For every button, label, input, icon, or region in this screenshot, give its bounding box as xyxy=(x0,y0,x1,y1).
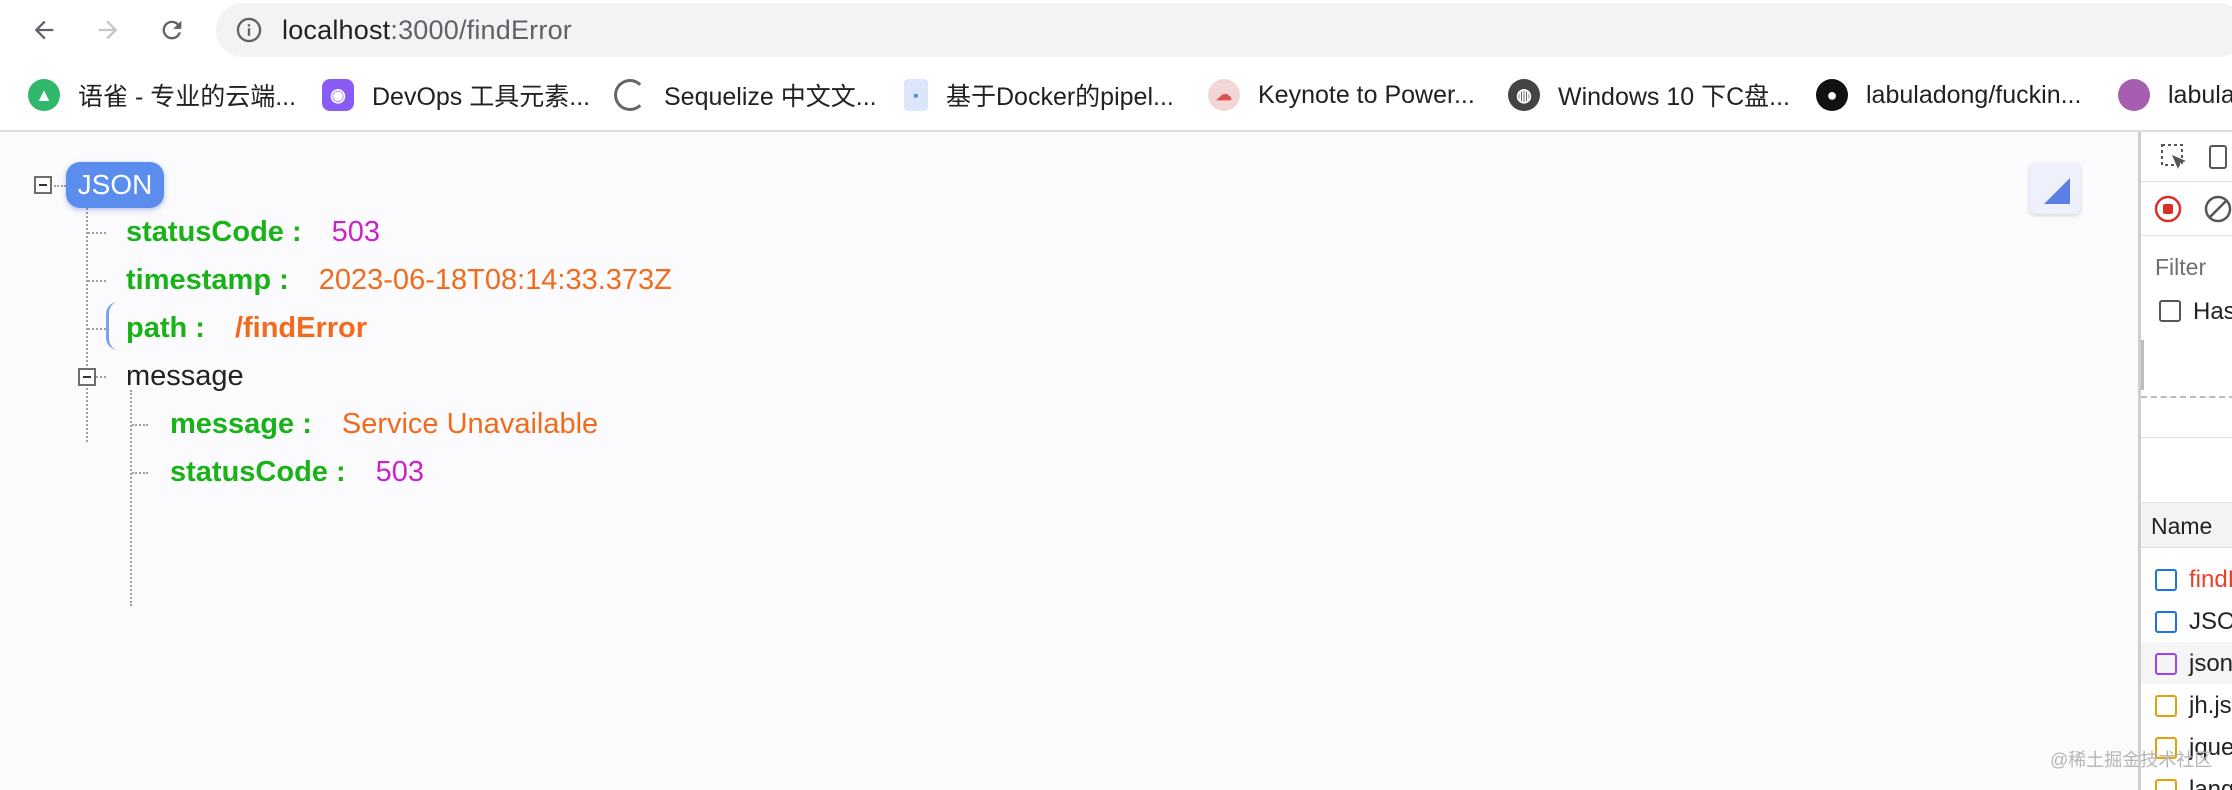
request-row[interactable]: json xyxy=(2141,642,2232,684)
json-value-string: 2023-06-18T08:14:33.373Z xyxy=(318,263,672,296)
cloud-icon: ☁ xyxy=(1208,79,1240,111)
reload-button[interactable] xyxy=(150,8,194,52)
request-row[interactable]: JSO xyxy=(2141,600,2232,642)
request-row[interactable]: findE xyxy=(2141,558,2232,600)
inspect-element-icon[interactable] xyxy=(2159,142,2189,172)
tree-connector xyxy=(88,328,106,330)
name-header-label: Name xyxy=(2151,513,2213,539)
bookmark-yuque[interactable]: ▲ 语雀 - 专业的云端... xyxy=(28,72,296,118)
devops-icon: ◉ xyxy=(322,79,354,111)
document-icon xyxy=(2155,569,2177,591)
url-text: localhost:3000/findError xyxy=(282,15,572,46)
json-group-key[interactable]: message xyxy=(126,360,244,393)
json-row-path: path : /findError xyxy=(126,308,367,348)
bookmark-label: Sequelize 中文文... xyxy=(664,83,877,111)
bookmarks-bar: ▲ 语雀 - 专业的云端... ◉ DevOps 工具元素... Sequeli… xyxy=(0,72,2232,118)
arrow-right-icon xyxy=(98,20,118,40)
row-highlight-bracket xyxy=(106,302,118,350)
url-host: localhost xyxy=(282,14,391,45)
clear-icon[interactable] xyxy=(2203,194,2232,224)
bookmark-devops[interactable]: ◉ DevOps 工具元素... xyxy=(322,72,590,118)
bookmark-sequelize[interactable]: Sequelize 中文文... xyxy=(614,72,877,118)
document-icon: ▪ xyxy=(904,79,928,111)
request-name: lang xyxy=(2189,776,2232,790)
sequelize-icon xyxy=(614,79,646,111)
json-key[interactable]: timestamp : xyxy=(126,264,289,297)
stylesheet-icon xyxy=(2155,653,2177,675)
request-row[interactable]: jh.js xyxy=(2141,684,2232,726)
bookmark-label: Windows 10 下C盘... xyxy=(1558,83,1791,111)
collapse-toggle-root[interactable] xyxy=(34,176,52,194)
name-column-header[interactable]: Name xyxy=(2141,502,2232,548)
json-root-badge[interactable]: JSON xyxy=(66,162,164,208)
bookmark-label: Keynote to Power... xyxy=(1258,80,1475,109)
json-key[interactable]: statusCode : xyxy=(126,216,302,249)
network-toolbar xyxy=(2141,182,2232,236)
has-blocked-cookies-checkbox[interactable] xyxy=(2159,300,2181,322)
json-row-nested-statuscode: statusCode : 503 xyxy=(170,452,424,492)
bookmark-keynote[interactable]: ☁ Keynote to Power... xyxy=(1208,72,1475,118)
json-row-statuscode: statusCode : 503 xyxy=(126,212,380,252)
tree-connector xyxy=(54,185,66,187)
json-row-message-group: message xyxy=(126,356,244,396)
json-value-number: 503 xyxy=(375,455,425,488)
bookmark-labula[interactable]: labula xyxy=(2118,72,2232,118)
expand-toggle-button[interactable] xyxy=(2030,164,2080,214)
json-key[interactable]: statusCode : xyxy=(170,456,346,489)
json-key[interactable]: message : xyxy=(170,408,312,441)
browser-toolbar: localhost:3000/findError xyxy=(0,0,2232,61)
request-name: json xyxy=(2189,650,2232,677)
bookmark-labuladong[interactable]: ● labuladong/fuckin... xyxy=(1816,72,2081,118)
json-value-string: /findError xyxy=(234,311,368,344)
bookmark-label: 基于Docker的pipel... xyxy=(946,83,1174,111)
github-icon: ● xyxy=(1816,79,1848,111)
collapse-toggle-message[interactable] xyxy=(78,368,96,386)
devtools-tabbar xyxy=(2141,132,2232,182)
back-button[interactable] xyxy=(22,8,66,52)
url-path: :3000/findError xyxy=(390,14,572,45)
json-value-number: 503 xyxy=(331,215,381,248)
avatar-icon xyxy=(2118,79,2150,111)
tree-connector xyxy=(88,280,106,282)
network-overview xyxy=(2141,340,2232,438)
device-toolbar-icon[interactable] xyxy=(2207,142,2232,172)
forward-button[interactable] xyxy=(86,8,130,52)
bookmark-label: labuladong/fuckin... xyxy=(1866,80,2082,109)
checkbox-label: Has xyxy=(2193,298,2232,325)
bookmark-label: labula xyxy=(2168,80,2232,109)
request-name: JSO xyxy=(2189,608,2232,635)
json-value-string: Service Unavailable xyxy=(341,407,599,440)
site-info-icon[interactable] xyxy=(234,15,264,45)
json-viewer: JSON statusCode : 503 timestamp : 2023-0… xyxy=(0,132,2138,790)
devtools-panel: Filter Has Name findE JSO json jh.js jqu… xyxy=(2138,132,2232,790)
watermark: @稀土掘金技术社区 xyxy=(2050,750,2213,770)
bookmark-label: 语雀 - 专业的云端... xyxy=(78,83,297,111)
script-icon xyxy=(2155,779,2177,790)
json-key[interactable]: path : xyxy=(126,312,205,345)
globe-icon: ◍ xyxy=(1508,79,1540,111)
json-row-timestamp: timestamp : 2023-06-18T08:14:33.373Z xyxy=(126,260,672,300)
request-name: findE xyxy=(2189,566,2232,593)
tree-connector xyxy=(132,472,148,474)
bookmark-label: DevOps 工具元素... xyxy=(372,83,591,111)
yuque-icon: ▲ xyxy=(28,79,60,111)
script-icon xyxy=(2155,695,2177,717)
bookmark-windows[interactable]: ◍ Windows 10 下C盘... xyxy=(1508,72,1790,118)
tree-connector xyxy=(130,390,132,606)
address-bar[interactable]: localhost:3000/findError xyxy=(216,3,2232,57)
filter-input[interactable]: Filter xyxy=(2155,254,2206,281)
tree-connector xyxy=(88,232,106,234)
json-row-nested-message: message : Service Unavailable xyxy=(170,404,598,444)
request-name: jh.js xyxy=(2189,692,2232,719)
reload-icon xyxy=(162,20,182,40)
bookmark-docker-pipeline[interactable]: ▪ 基于Docker的pipel... xyxy=(904,72,1174,118)
stop-recording-icon[interactable] xyxy=(2153,194,2183,224)
document-icon xyxy=(2155,611,2177,633)
tree-connector xyxy=(132,424,148,426)
arrow-left-icon xyxy=(34,20,54,40)
